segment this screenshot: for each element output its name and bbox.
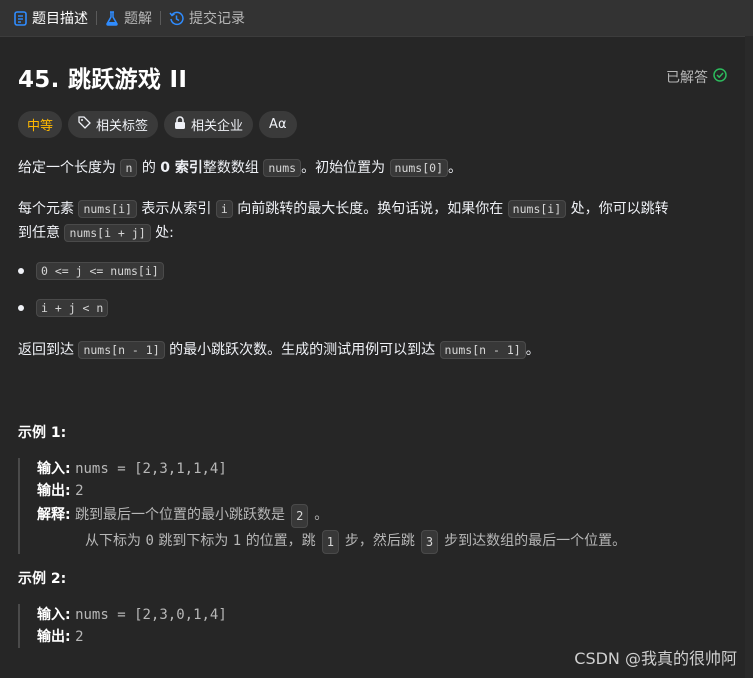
tab-divider — [96, 11, 97, 25]
explain-text: 。 — [314, 507, 329, 523]
text: 。 — [448, 160, 462, 176]
example-block: 输入: nums = [2,3,1,1,4] 输出: 2 解释: 跳到最后一个位… — [18, 458, 626, 554]
tab-divider — [160, 11, 161, 25]
flask-icon — [105, 10, 119, 26]
document-icon — [14, 10, 27, 26]
font-icon: Aα — [269, 117, 287, 132]
inline-code: nums[i] — [507, 200, 567, 218]
output-value: 2 — [75, 483, 84, 499]
explain-text: 跳到下标为 — [158, 533, 229, 549]
tag-row: 中等 相关标签 相关企业 Aα — [18, 111, 297, 138]
text: 表示从索引 — [136, 201, 216, 217]
output-label: 输出: — [37, 483, 71, 499]
inline-code: nums[i + j] — [64, 224, 151, 242]
text: 处，你可以跳转 — [566, 201, 669, 217]
tab-solutions[interactable]: 题解 — [105, 0, 152, 36]
related-companies-button[interactable]: 相关企业 — [164, 111, 254, 138]
font-size-button[interactable]: Aα — [259, 111, 297, 138]
bold-text: 0 索引 — [160, 160, 203, 176]
inline-code: n — [120, 159, 138, 177]
text: 的最小跳跃次数。生成的测试用例可以到达 — [164, 342, 440, 358]
list-item: i + j < n — [18, 299, 109, 317]
explain-value: 1 — [232, 533, 242, 549]
input-value: nums = [2,3,1,1,4] — [75, 461, 227, 477]
inline-code: i — [215, 200, 233, 218]
tab-label: 题目描述 — [32, 11, 88, 27]
lock-icon — [174, 116, 186, 133]
difficulty-badge[interactable]: 中等 — [18, 111, 63, 138]
example-output-line: 输出: 2 — [37, 480, 626, 502]
text: 处: — [150, 225, 174, 241]
input-label: 输入: — [37, 607, 71, 623]
input-label: 输入: — [37, 461, 71, 477]
text: 返回到达 — [18, 342, 79, 358]
list-item: 0 <= j <= nums[i] — [18, 262, 164, 280]
watermark: CSDN @我真的很帅阿 — [574, 649, 737, 668]
text: 到任意 — [18, 225, 65, 241]
inline-code: nums[n - 1] — [78, 341, 165, 359]
explain-text: 步到达数组的最后一个位置。 — [444, 533, 627, 549]
output-value: 2 — [75, 629, 84, 645]
example-output-line: 输出: 2 — [37, 626, 227, 648]
tab-bar: 题目描述 题解 提交记录 — [0, 0, 753, 36]
text: 。初始位置为 — [301, 160, 390, 176]
explain-text: 跳到最后一个位置的最小跳跃数是 — [75, 507, 286, 523]
example-explain-line: 解释: 跳到最后一个位置的最小跳跃数是 2 。 — [37, 504, 626, 528]
tab-label: 提交记录 — [189, 11, 245, 27]
example-heading: 示例 1: — [18, 425, 67, 441]
inline-code: i + j < n — [36, 299, 109, 317]
solved-label: 已解答 — [666, 70, 708, 86]
inline-code: 3 — [420, 530, 439, 554]
problem-title: 45. 跳跃游戏 II — [18, 67, 188, 93]
example-explain-line: 从下标为 0 跳到下标为 1 的位置，跳 1 步，然后跳 3 步到达数组的最后一个位置。 — [37, 530, 626, 554]
bullet-dot — [18, 305, 24, 311]
text: 的 — [137, 160, 161, 176]
example-input-line: 输入: nums = [2,3,0,1,4] — [37, 604, 227, 626]
scrollbar[interactable] — [745, 36, 753, 678]
inline-code: nums[0] — [389, 159, 448, 177]
explain-text: 的位置，跳 — [245, 533, 316, 549]
explain-value: 0 — [145, 533, 154, 549]
tab-label: 题解 — [124, 11, 152, 27]
description-paragraph: 返回到达 nums[n - 1] 的最小跳跃次数。生成的测试用例可以到达 num… — [18, 338, 738, 362]
text: 给定一个长度为 — [18, 160, 121, 176]
text: 向前跳转的最大长度。换句话说，如果你在 — [232, 201, 508, 217]
inline-code: nums[n - 1] — [439, 341, 526, 359]
inline-code: 0 <= j <= nums[i] — [36, 262, 164, 280]
explain-text: 步，然后跳 — [344, 533, 415, 549]
tab-description[interactable]: 题目描述 — [14, 0, 88, 36]
check-circle-icon — [713, 68, 727, 86]
explain-text: 从下标为 — [85, 533, 141, 549]
history-icon — [169, 11, 184, 26]
input-value: nums = [2,3,0,1,4] — [75, 607, 227, 623]
related-companies-label: 相关企业 — [191, 119, 244, 134]
example-block: 输入: nums = [2,3,0,1,4] 输出: 2 — [18, 604, 227, 648]
example-heading: 示例 2: — [18, 571, 67, 587]
tag-icon — [78, 116, 91, 133]
inline-code: nums[i] — [78, 200, 137, 218]
output-label: 输出: — [37, 629, 71, 645]
related-tags-button[interactable]: 相关标签 — [68, 111, 159, 138]
explain-label: 解释: — [37, 507, 71, 523]
inline-code: 2 — [291, 504, 309, 528]
bullet-dot — [18, 268, 24, 274]
text: 每个元素 — [18, 201, 79, 217]
solved-status: 已解答 — [666, 67, 727, 87]
related-tags-label: 相关标签 — [96, 119, 149, 134]
text: 整数数组 — [202, 160, 264, 176]
inline-code: nums — [263, 159, 302, 177]
text: 。 — [525, 342, 540, 358]
tab-submissions[interactable]: 提交记录 — [169, 0, 245, 36]
description-paragraph: 每个元素 nums[i] 表示从索引 i 向前跳转的最大长度。换句话说，如果你在… — [18, 197, 738, 245]
description-paragraph: 给定一个长度为 n 的 0 索引整数数组 nums 。初始位置为 nums[0]。 — [18, 156, 738, 180]
example-input-line: 输入: nums = [2,3,1,1,4] — [37, 458, 626, 480]
inline-code: 1 — [321, 530, 339, 554]
